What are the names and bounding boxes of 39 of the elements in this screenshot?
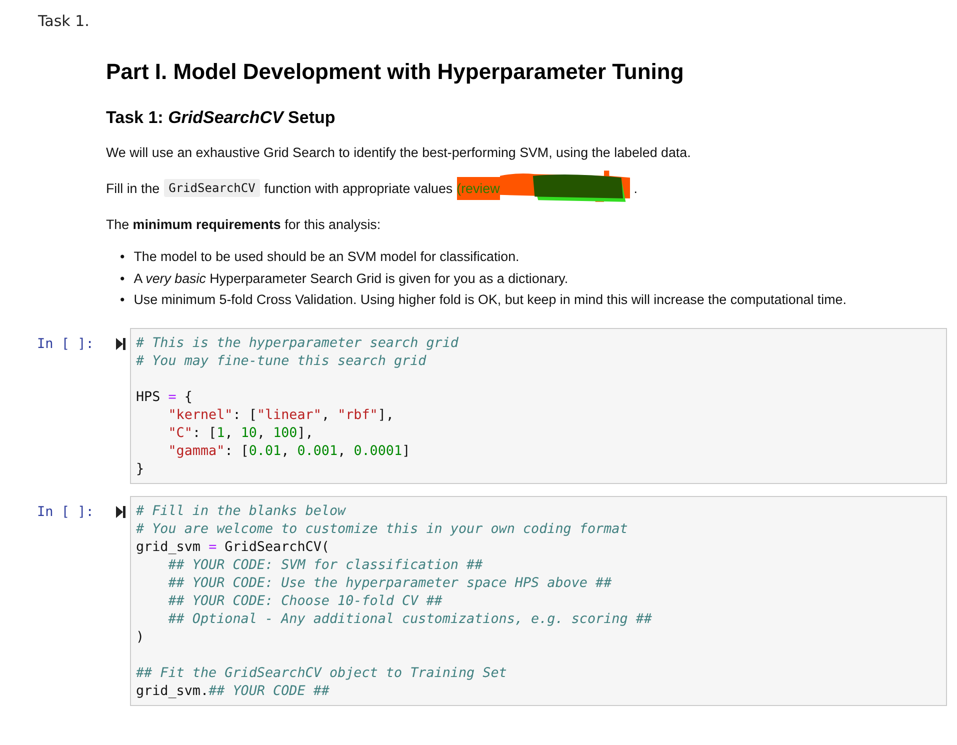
- code-line: ## YOUR CODE: Use the hyperparameter space HPS above ##: [167, 574, 612, 592]
- bullet-marker: •: [120, 248, 125, 266]
- bullet-item: A very basic Hyperparameter Search Grid is given for you as a dictionary.: [134, 270, 568, 288]
- task-heading: Task 1: GridSearchCV Setup: [106, 108, 336, 128]
- code-line: # Fill in the blanks below: [136, 502, 346, 520]
- run-icon[interactable]: [116, 338, 126, 350]
- code-line: ## Optional - Any additional customizations, e.g. scoring ##: [167, 610, 652, 628]
- bullet-item: Use minimum 5-fold Cross Validation. Using higher fold is OK, but keep in mind this will increase the computational time.: [134, 291, 846, 309]
- code-line: ): [136, 628, 144, 646]
- code-line: "C": [1, 10, 100],: [167, 424, 314, 442]
- requirements-text: The minimum requirements for this analysis:: [106, 217, 382, 232]
- cell-prompt: In [ ]:: [37, 502, 95, 520]
- bullet-marker: •: [120, 270, 125, 288]
- task-label: Task 1.: [38, 12, 90, 30]
- code-cell[interactable]: # This is the hyperparameter search grid # You may fine-tune this search grid HPS = { "kernel": ["linear", "rbf"], "C": [1, 10, 100], "gamma": [0.01, 0.001, 0.0001] }: [130, 328, 947, 484]
- section-heading: Part I. Model Development with Hyperparameter Tuning: [106, 59, 685, 85]
- code-line: }: [136, 460, 144, 478]
- intro-text: We will use an exhaustive Grid Search to identify the best-performing SVM, using the labeled data.: [106, 145, 692, 160]
- bullet-item: The model to be used should be an SVM model for classification.: [134, 248, 520, 266]
- instruction-text: Fill in the: [106, 180, 160, 196]
- code-line: grid_svm.## YOUR CODE ##: [136, 682, 330, 700]
- code-line: # This is the hyperparameter search grid: [136, 334, 458, 352]
- code-line: grid_svm = GridSearchCV(: [136, 538, 330, 556]
- code-cell[interactable]: [130, 496, 947, 706]
- partial-text: (review: [456, 176, 500, 200]
- cell-prompt: In [ ]:: [37, 334, 95, 352]
- code-line: # You are welcome to customize this in your own coding format: [136, 520, 628, 538]
- bullet-marker: •: [120, 291, 125, 309]
- period-text: .: [634, 180, 638, 196]
- run-icon[interactable]: [116, 506, 126, 518]
- code-line: # You may fine-tune this search grid: [136, 352, 426, 370]
- code-line: "kernel": ["linear", "rbf"],: [167, 406, 394, 424]
- code-line: ## Fit the GridSearchCV object to Training Set: [136, 664, 507, 682]
- inline-code: GridSearchCV: [164, 179, 260, 197]
- instruction-text: function with appropriate values: [264, 180, 453, 196]
- code-line: ## YOUR CODE: SVM for classification ##: [167, 556, 483, 574]
- code-line: ## YOUR CODE: Choose 10-fold CV ##: [167, 592, 442, 610]
- code-line: "gamma": [0.01, 0.001, 0.0001]: [167, 442, 410, 460]
- code-line: HPS = {: [136, 388, 192, 406]
